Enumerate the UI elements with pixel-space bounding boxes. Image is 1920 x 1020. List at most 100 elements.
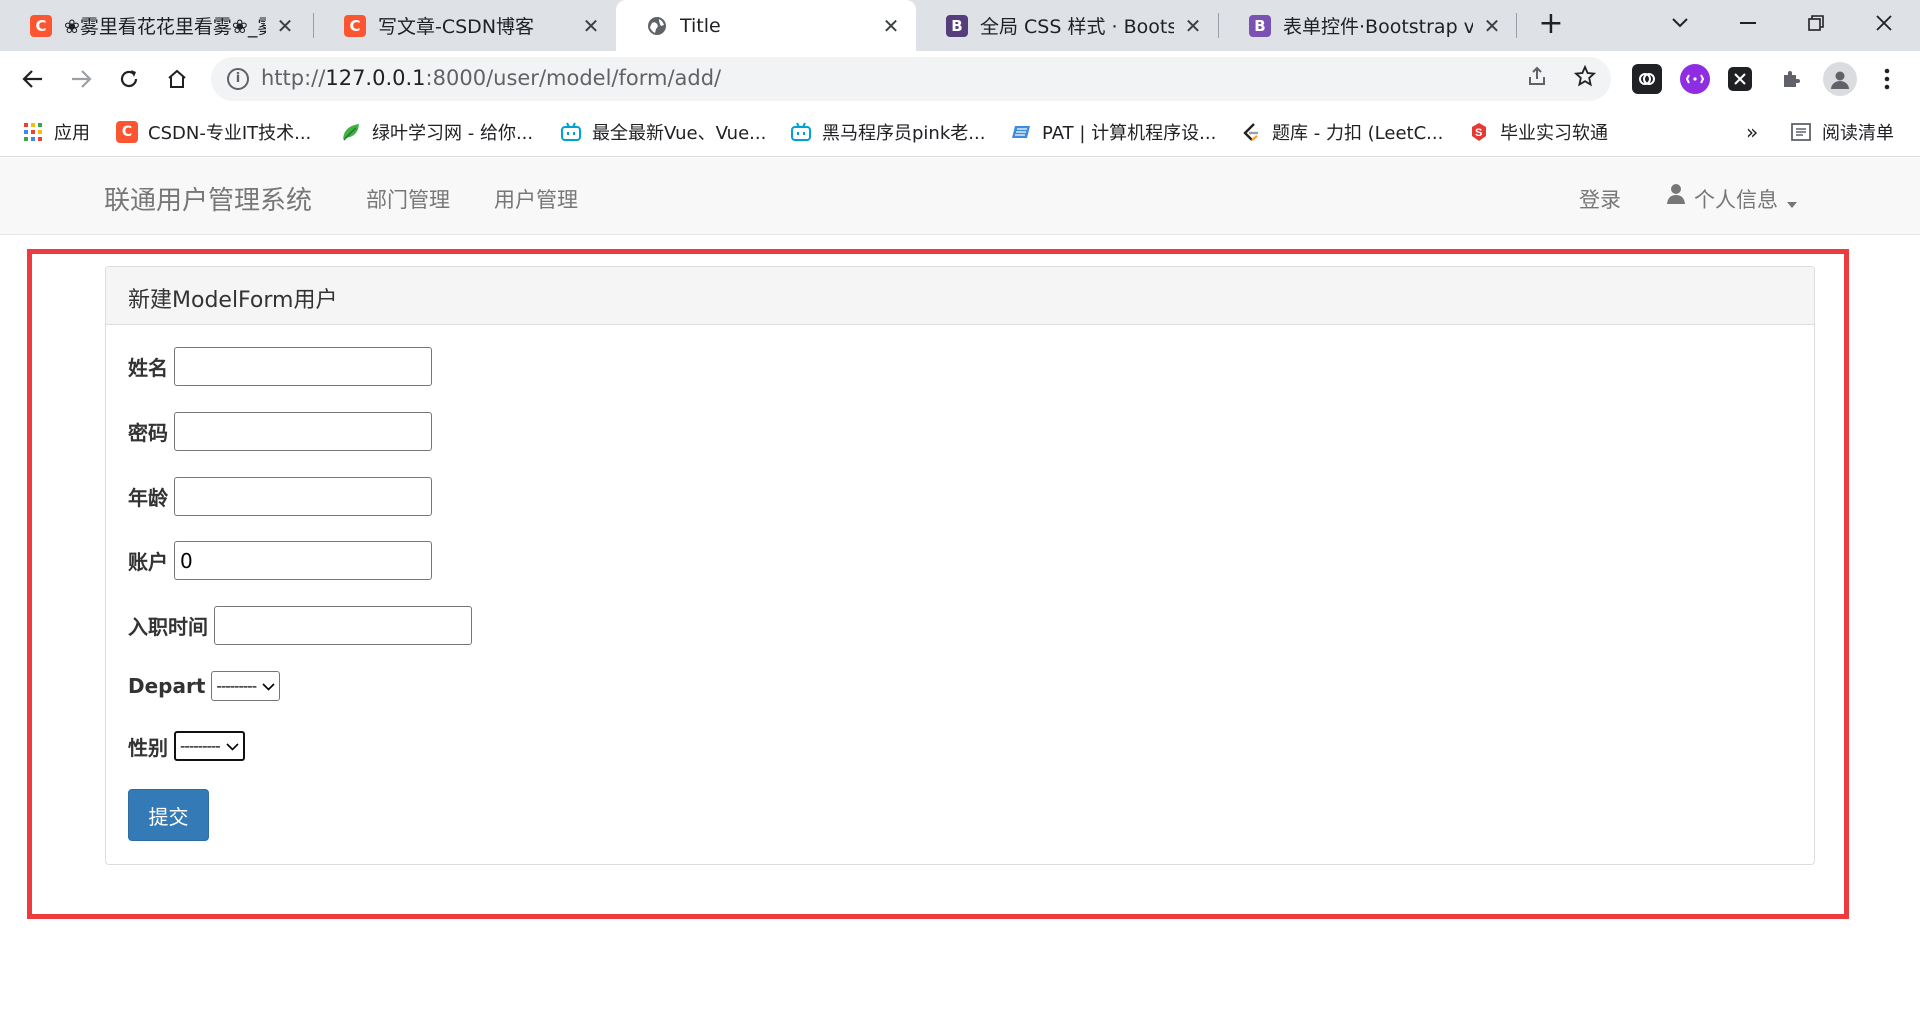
bilibili-icon: [790, 121, 812, 143]
close-tab-icon[interactable]: ✕: [1182, 14, 1204, 38]
forward-arrow-icon[interactable]: [62, 60, 100, 98]
password-label: 密码: [128, 421, 168, 445]
tab-csdn-profile[interactable]: C ❀雾里看花花里看雾❀_雾 ✕: [0, 0, 310, 51]
chevron-down-icon: [226, 737, 239, 755]
bookmarks-overflow-button[interactable]: »: [1746, 119, 1758, 145]
tab-title: 写文章-CSDN博客: [378, 16, 535, 38]
tab-title: 全局 CSS 样式 · Bootstrap: [980, 16, 1174, 38]
site-info-icon[interactable]: i: [227, 68, 249, 90]
reading-list-button[interactable]: 阅读清单: [1790, 119, 1894, 145]
bookmark-label: CSDN-专业IT技术...: [148, 123, 312, 144]
age-label: 年龄: [128, 486, 168, 510]
tab-title: 表单控件·Bootstrap v5.1: [1283, 16, 1473, 38]
url-text[interactable]: http://127.0.0.1:8000/user/model/form/ad…: [261, 66, 721, 90]
bookmark-label: 毕业实习软通: [1500, 123, 1608, 144]
panel-title: 新建ModelForm用户: [106, 267, 1814, 325]
chevron-down-icon: [262, 677, 275, 695]
user-icon: [1667, 183, 1685, 205]
gender-label: 性别: [128, 735, 168, 760]
form-field-depart: Depart ---------: [128, 671, 281, 701]
tab-bootstrap-css[interactable]: B 全局 CSS 样式 · Bootstrap ✕: [916, 0, 1218, 51]
form-field-password: 密码: [128, 412, 432, 451]
browser-menu-icon[interactable]: [1872, 64, 1902, 94]
csdn-favicon-icon: C: [344, 14, 366, 37]
bookmark-csdn[interactable]: C CSDN-专业IT技术...: [116, 119, 311, 145]
leetcode-icon: [1240, 121, 1262, 143]
nav-link-login[interactable]: 登录: [1579, 184, 1621, 214]
depart-select[interactable]: ---------: [211, 671, 281, 701]
tab-bootstrap-forms[interactable]: B 表单控件·Bootstrap v5.1 ✕: [1219, 0, 1517, 51]
site-navbar: 联通用户管理系统 部门管理 用户管理 登录 个人信息: [0, 158, 1920, 235]
svg-text:S: S: [1475, 127, 1482, 139]
bookmark-pat[interactable]: PAT | 计算机程序设...: [1010, 119, 1216, 145]
form-field-gender: 性别 ---------: [128, 731, 245, 761]
depart-label: Depart: [128, 674, 206, 698]
extension-x-icon[interactable]: [1728, 67, 1752, 91]
close-tab-icon[interactable]: ✕: [1481, 14, 1503, 38]
bookmark-vue[interactable]: 最全最新Vue、Vue...: [560, 119, 766, 145]
gender-selected-value: ---------: [180, 737, 221, 755]
close-tab-icon[interactable]: ✕: [274, 14, 296, 38]
bookmark-label: 应用: [54, 123, 90, 144]
extension-link-icon[interactable]: [1632, 64, 1662, 94]
url-host: 127.0.0.1: [325, 66, 426, 90]
bookmark-leetcode[interactable]: 题库 - 力扣 (LeetC...: [1240, 119, 1443, 145]
bookmark-isoftstone[interactable]: S 毕业实习软通: [1468, 119, 1608, 145]
bookmark-apps[interactable]: 应用: [22, 119, 90, 145]
password-input[interactable]: [174, 412, 432, 451]
bootstrap-favicon-icon: B: [946, 14, 968, 37]
close-tab-icon[interactable]: ✕: [880, 14, 902, 38]
back-arrow-icon[interactable]: [14, 60, 52, 98]
create-time-input[interactable]: [214, 606, 472, 645]
name-input[interactable]: [174, 347, 432, 386]
globe-icon: [646, 15, 668, 37]
isoftstone-icon: S: [1468, 121, 1490, 143]
csdn-favicon-icon: C: [30, 14, 52, 37]
form-field-account: 账户 0: [128, 541, 432, 580]
bookmark-lvye[interactable]: 绿叶学习网 - 给你...: [340, 119, 533, 145]
tab-title-active[interactable]: Title ✕: [616, 0, 916, 51]
bookmark-label: PAT | 计算机程序设...: [1042, 123, 1217, 144]
browser-tab-strip: C ❀雾里看花花里看雾❀_雾 ✕ C 写文章-CSDN博客 ✕ Title ✕ …: [0, 0, 1920, 51]
depart-selected-value: ---------: [216, 677, 257, 695]
nav-link-users[interactable]: 用户管理: [494, 184, 578, 214]
apps-grid-icon: [22, 121, 44, 143]
restore-icon[interactable]: [1786, 0, 1846, 45]
navbar-brand[interactable]: 联通用户管理系统: [104, 180, 312, 217]
form-field-name: 姓名: [128, 347, 432, 386]
bookmarks-bar: 应用 C CSDN-专业IT技术... 绿叶学习网 - 给你... 最全最新Vu…: [0, 107, 1920, 157]
age-input[interactable]: [174, 477, 432, 516]
nav-link-departments[interactable]: 部门管理: [366, 184, 450, 214]
bookmark-label: 绿叶学习网 - 给你...: [372, 123, 534, 144]
profile-avatar-icon[interactable]: [1823, 62, 1857, 96]
close-tab-icon[interactable]: ✕: [580, 14, 602, 38]
tab-csdn-write[interactable]: C 写文章-CSDN博客 ✕: [314, 0, 616, 51]
minimize-icon[interactable]: [1718, 0, 1778, 45]
reading-list-label: 阅读清单: [1822, 123, 1894, 144]
share-icon[interactable]: [1523, 65, 1551, 93]
tab-title: Title: [680, 14, 721, 37]
nav-dropdown-profile[interactable]: 个人信息: [1694, 184, 1797, 214]
caret-down-icon: [1786, 189, 1797, 213]
url-scheme: http://: [261, 66, 326, 90]
close-window-icon[interactable]: [1854, 0, 1914, 45]
extension-purple-icon[interactable]: [1680, 64, 1710, 94]
bookmark-pink[interactable]: 黑马程序员pink老...: [790, 119, 985, 145]
tab-title: ❀雾里看花花里看雾❀_雾: [64, 16, 266, 38]
address-bar[interactable]: i http://127.0.0.1:8000/user/model/form/…: [211, 57, 1611, 101]
account-input[interactable]: 0: [174, 541, 432, 580]
bookmark-label: 黑马程序员pink老...: [822, 123, 986, 144]
extensions-puzzle-icon[interactable]: [1776, 64, 1806, 94]
leaf-icon: [340, 121, 362, 143]
bookmark-star-icon[interactable]: [1571, 64, 1599, 93]
form-field-age: 年龄: [128, 477, 432, 516]
submit-button[interactable]: 提交: [128, 789, 209, 841]
tab-search-icon[interactable]: [1650, 0, 1710, 45]
reload-icon[interactable]: [110, 60, 148, 98]
form-field-create-time: 入职时间: [128, 606, 472, 645]
account-label: 账户: [128, 550, 168, 574]
new-tab-button[interactable]: +: [1534, 8, 1568, 42]
profile-label: 个人信息: [1694, 188, 1778, 212]
home-icon[interactable]: [158, 60, 196, 98]
gender-select[interactable]: ---------: [174, 731, 245, 761]
